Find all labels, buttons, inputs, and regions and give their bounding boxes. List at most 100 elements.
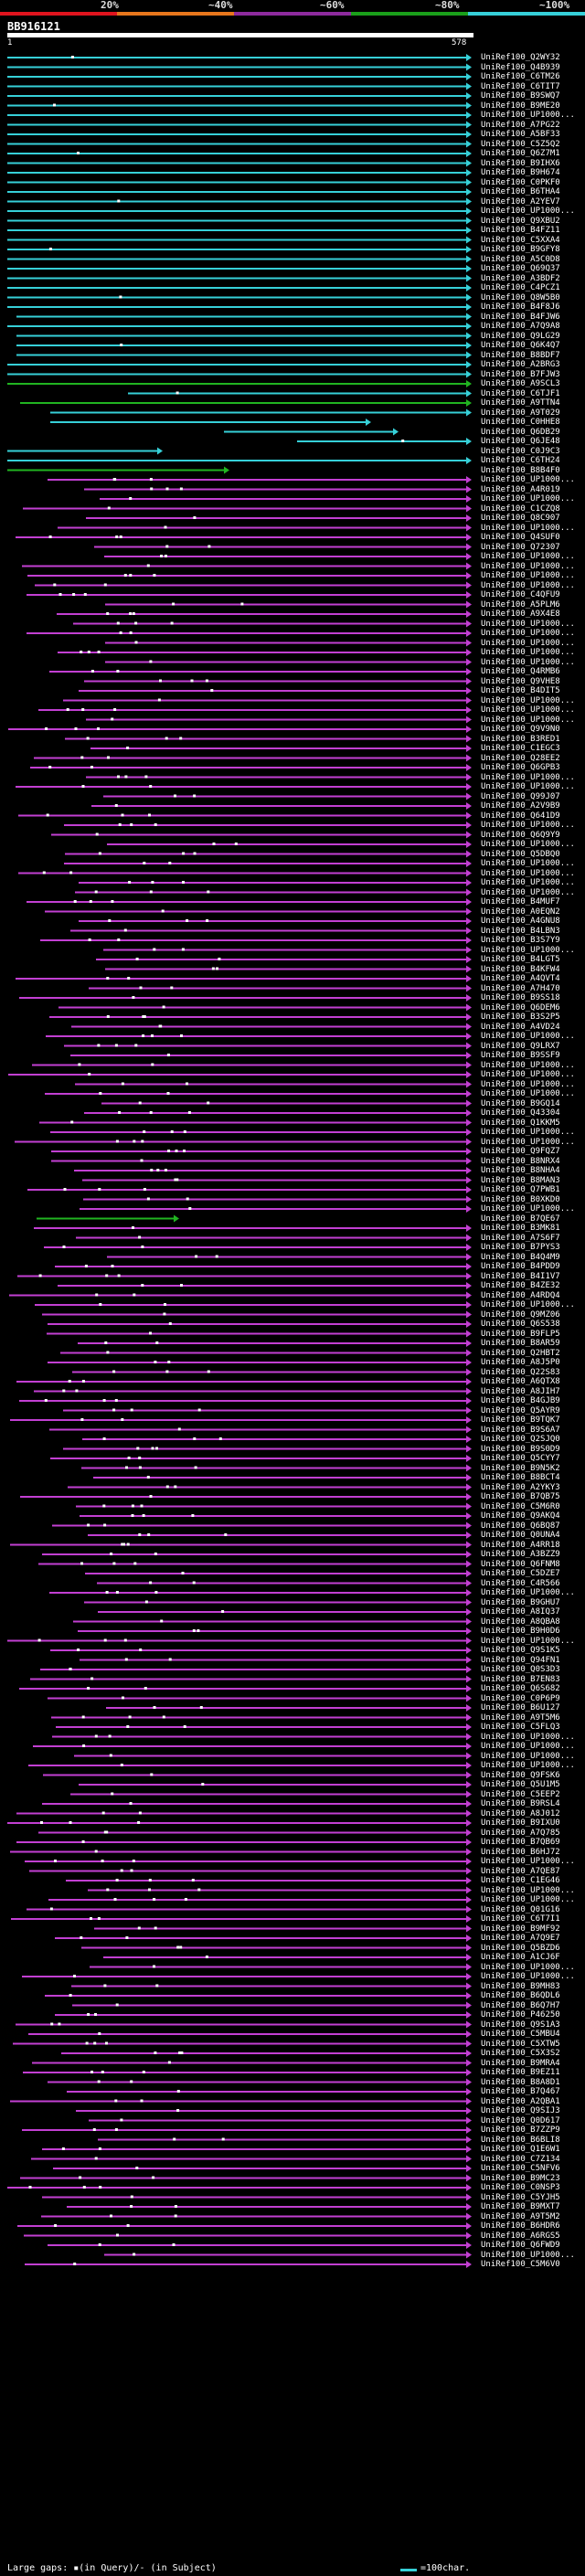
hit-link[interactable]: UniRef100_B9SWQ7: [481, 91, 560, 101]
hit-link[interactable]: UniRef100_UP1000...: [481, 1588, 575, 1598]
hit-link[interactable]: UniRef100_A2V9B9: [481, 801, 560, 811]
hit-link[interactable]: UniRef100_Q94FN1: [481, 1656, 560, 1666]
hit-link[interactable]: UniRef100_B4LGT5: [481, 955, 560, 965]
hit-link[interactable]: UniRef100_B9IHX6: [481, 159, 560, 169]
hit-link[interactable]: UniRef100_Q0D617: [481, 2116, 560, 2126]
hit-link[interactable]: UniRef100_UP1000...: [481, 1857, 575, 1867]
hit-link[interactable]: UniRef100_Q9LRX7: [481, 1042, 560, 1052]
hit-link[interactable]: UniRef100_A4RDQ4: [481, 1291, 560, 1301]
hit-link[interactable]: UniRef100_Q6JE48: [481, 437, 560, 447]
hit-link[interactable]: UniRef100_A7S6F7: [481, 1234, 560, 1244]
hit-link[interactable]: UniRef100_C5XTW5: [481, 2040, 560, 2050]
hit-link[interactable]: UniRef100_B8AR59: [481, 1339, 560, 1349]
hit-link[interactable]: UniRef100_Q4SUF0: [481, 533, 560, 543]
hit-link[interactable]: UniRef100_B4MUF7: [481, 897, 560, 907]
hit-link[interactable]: UniRef100_UP1000...: [481, 840, 575, 850]
hit-link[interactable]: UniRef100_UP1000...: [481, 1742, 575, 1752]
hit-link[interactable]: UniRef100_B9MF92: [481, 1924, 560, 1935]
hit-link[interactable]: UniRef100_B9GQ14: [481, 1099, 560, 1109]
hit-link[interactable]: UniRef100_UP1000...: [481, 111, 575, 121]
hit-link[interactable]: UniRef100_Q6DEM6: [481, 1003, 560, 1013]
hit-link[interactable]: UniRef100_Q2SJQ0: [481, 1435, 560, 1445]
hit-link[interactable]: UniRef100_Q9SIJ3: [481, 2106, 560, 2116]
hit-link[interactable]: UniRef100_Q28EE2: [481, 754, 560, 764]
hit-link[interactable]: UniRef100_B6QDL6: [481, 1991, 560, 2001]
hit-link[interactable]: UniRef100_C1CZQ8: [481, 504, 560, 514]
hit-link[interactable]: UniRef100_C4PCZ1: [481, 283, 560, 293]
hit-link[interactable]: UniRef100_B9SS18: [481, 993, 560, 1003]
hit-link[interactable]: UniRef100_B8BCT4: [481, 1473, 560, 1483]
hit-link[interactable]: UniRef100_Q5AYR9: [481, 1406, 560, 1416]
hit-link[interactable]: UniRef100_UP1000...: [481, 1733, 575, 1743]
hit-link[interactable]: UniRef100_UP1000...: [481, 1138, 575, 1148]
hit-link[interactable]: UniRef100_B4ZE32: [481, 1281, 560, 1291]
hit-link[interactable]: UniRef100_A9X4E8: [481, 610, 560, 620]
hit-link[interactable]: UniRef100_B4DIT5: [481, 686, 560, 696]
hit-link[interactable]: UniRef100_A7PG22: [481, 121, 560, 131]
hit-link[interactable]: UniRef100_C0HHE8: [481, 418, 560, 428]
hit-link[interactable]: UniRef100_C5NFV6: [481, 2164, 560, 2174]
hit-link[interactable]: UniRef100_UP1000...: [481, 1204, 575, 1214]
hit-link[interactable]: UniRef100_Q4RMB6: [481, 667, 560, 677]
hit-link[interactable]: UniRef100_Q641D9: [481, 811, 560, 822]
hit-link[interactable]: UniRef100_Q9LG29: [481, 332, 560, 342]
hit-link[interactable]: UniRef100_C0P6P9: [481, 1694, 560, 1704]
hit-link[interactable]: UniRef100_Q1E6W1: [481, 2145, 560, 2155]
hit-link[interactable]: UniRef100_UP1000...: [481, 648, 575, 658]
hit-link[interactable]: UniRef100_UP1000...: [481, 1080, 575, 1090]
hit-link[interactable]: UniRef100_UP1000...: [481, 1972, 575, 1982]
hit-link[interactable]: UniRef100_UP1000...: [481, 716, 575, 726]
hit-link[interactable]: UniRef100_A7QE87: [481, 1867, 560, 1877]
hit-link[interactable]: UniRef100_Q6FNM8: [481, 1560, 560, 1570]
hit-link[interactable]: UniRef100_B8NRX4: [481, 1157, 560, 1167]
hit-link[interactable]: UniRef100_C5Z5Q2: [481, 140, 560, 150]
hit-link[interactable]: UniRef100_UP1000...: [481, 888, 575, 898]
hit-link[interactable]: UniRef100_C7Z134: [481, 2155, 560, 2165]
hit-link[interactable]: UniRef100_Q9FQZ7: [481, 1147, 560, 1157]
hit-link[interactable]: UniRef100_C6TJF1: [481, 389, 560, 399]
hit-link[interactable]: UniRef100_C5M6R0: [481, 1502, 560, 1512]
hit-link[interactable]: UniRef100_UP1000...: [481, 2251, 575, 2261]
hit-link[interactable]: UniRef100_Q5CYY7: [481, 1454, 560, 1464]
hit-link[interactable]: UniRef100_A4VD24: [481, 1023, 560, 1033]
hit-link[interactable]: UniRef100_UP1000...: [481, 1886, 575, 1896]
hit-link[interactable]: UniRef100_A2YEV7: [481, 197, 560, 207]
hit-link[interactable]: UniRef100_C1EG46: [481, 1876, 560, 1886]
hit-link[interactable]: UniRef100_B4KFW4: [481, 965, 560, 975]
hit-link[interactable]: UniRef100_Q2WY32: [481, 53, 560, 63]
hit-link[interactable]: UniRef100_UP1000...: [481, 1963, 575, 1973]
hit-link[interactable]: UniRef100_C0J9C3: [481, 447, 560, 457]
hit-link[interactable]: UniRef100_B3S7Y9: [481, 936, 560, 946]
hit-link[interactable]: UniRef100_Q6S538: [481, 1320, 560, 1330]
hit-link[interactable]: UniRef100_A4R019: [481, 485, 560, 495]
hit-link[interactable]: UniRef100_A1CJ6F: [481, 1953, 560, 1963]
hit-link[interactable]: UniRef100_B9MC23: [481, 2174, 560, 2184]
hit-link[interactable]: UniRef100_Q5U1M5: [481, 1780, 560, 1790]
hit-link[interactable]: UniRef100_B7QB75: [481, 1492, 560, 1502]
hit-link[interactable]: UniRef100_B9ME20: [481, 101, 560, 111]
hit-link[interactable]: UniRef100_C0NSP3: [481, 2183, 560, 2193]
hit-link[interactable]: UniRef100_Q6Q9Y9: [481, 831, 560, 841]
hit-link[interactable]: UniRef100_Q8C907: [481, 514, 560, 524]
hit-link[interactable]: UniRef100_A3BDF2: [481, 274, 560, 284]
hit-link[interactable]: UniRef100_B9H0D6: [481, 1627, 560, 1637]
hit-link[interactable]: UniRef100_B3S2P5: [481, 1012, 560, 1023]
hit-link[interactable]: UniRef100_Q0UNA4: [481, 1531, 560, 1541]
hit-link[interactable]: UniRef100_A9TTN4: [481, 398, 560, 408]
hit-link[interactable]: UniRef100_A2QBA1: [481, 2097, 560, 2107]
hit-link[interactable]: UniRef100_A9T029: [481, 408, 560, 419]
hit-link[interactable]: UniRef100_UP1000...: [481, 552, 575, 562]
hit-link[interactable]: UniRef100_A4GNU8: [481, 917, 560, 927]
hit-link[interactable]: UniRef100_A4RR18: [481, 1541, 560, 1551]
hit-link[interactable]: UniRef100_B9SSF9: [481, 1051, 560, 1061]
hit-link[interactable]: UniRef100_C1EGC3: [481, 744, 560, 754]
hit-link[interactable]: UniRef100_Q22S83: [481, 1368, 560, 1378]
hit-link[interactable]: UniRef100_Q9MZ06: [481, 1310, 560, 1320]
hit-link[interactable]: UniRef100_B4GJB9: [481, 1396, 560, 1406]
hit-link[interactable]: UniRef100_B9MRA4: [481, 2059, 560, 2069]
hit-link[interactable]: UniRef100_Q69Q37: [481, 264, 560, 274]
hit-link[interactable]: UniRef100_Q6Z7M1: [481, 149, 560, 159]
hit-link[interactable]: UniRef100_C4QFU9: [481, 590, 560, 600]
hit-link[interactable]: UniRef100_UP1000...: [481, 1752, 575, 1762]
hit-link[interactable]: UniRef100_C6TM26: [481, 72, 560, 82]
